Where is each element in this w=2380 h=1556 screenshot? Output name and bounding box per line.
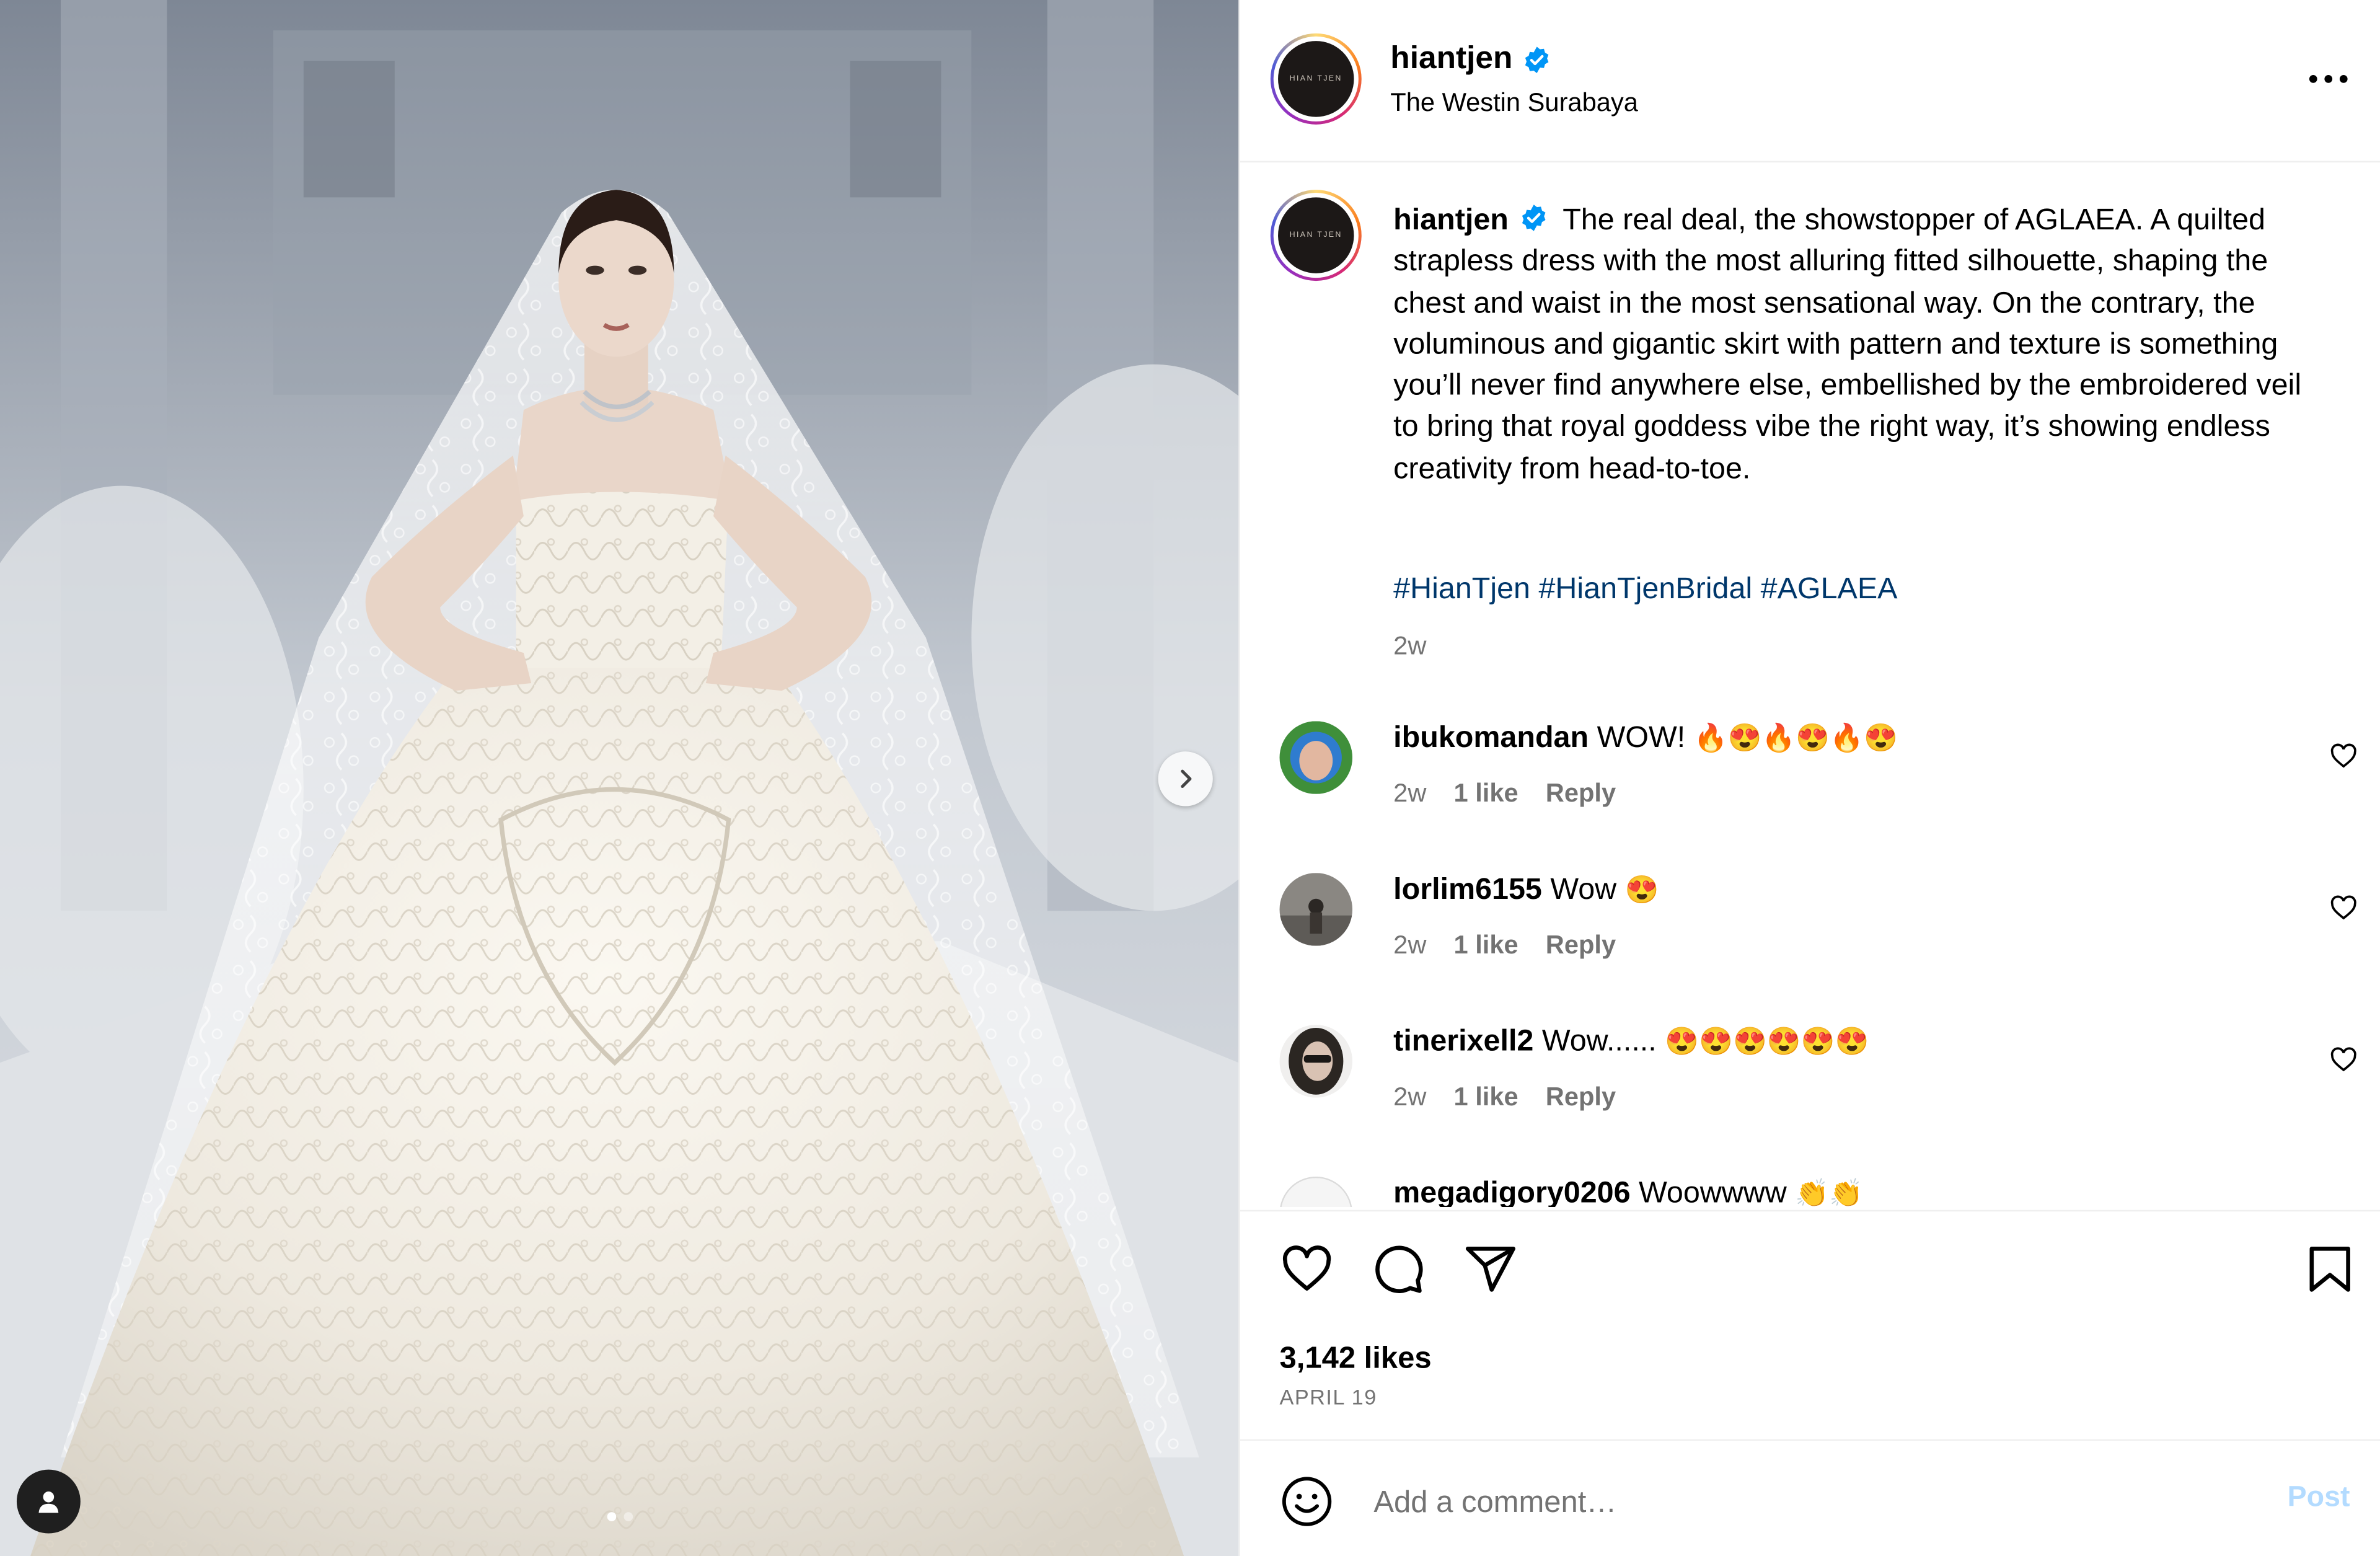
comment-emoji: 👏👏 — [1795, 1178, 1863, 1207]
heart-icon[interactable] — [2330, 1046, 2357, 1073]
post-location[interactable]: The Westin Surabaya — [1390, 88, 1638, 118]
carousel-indicator — [0, 1512, 1238, 1521]
likes-count[interactable]: 3,142 likes — [1280, 1342, 1432, 1377]
comment-likes[interactable]: 1 like — [1453, 931, 1518, 961]
comment-likes[interactable]: 1 like — [1453, 779, 1518, 809]
comment-username[interactable]: lorlim6155 — [1393, 873, 1542, 906]
commenter-avatar[interactable] — [1279, 1176, 1353, 1207]
comment-item: ibukomandan WOW! 🔥😍🔥😍🔥😍 2w 1 like Reply — [1240, 721, 2380, 842]
comment-emoji: 🔥😍🔥😍🔥😍 — [1693, 722, 1898, 753]
verified-icon — [1522, 205, 1546, 232]
comment-item: lorlim6155 Wow 😍 2w 1 like Reply — [1240, 873, 2380, 994]
bookmark-icon — [2309, 1246, 2350, 1292]
caption-text: The real deal, the showstopper of AGLAEA… — [1393, 203, 2302, 486]
hashtag-link[interactable]: #AGLAEA — [1761, 572, 1898, 606]
next-image-button[interactable] — [1158, 751, 1213, 807]
author-username[interactable]: hiantjen — [1390, 41, 1512, 77]
comment-item: megadigory0206 Woowwww 👏👏 — [1240, 1176, 2380, 1207]
carousel-dot — [623, 1512, 633, 1521]
heart-icon[interactable] — [2330, 743, 2357, 770]
chevron-right-icon — [1181, 769, 1192, 789]
comment-username[interactable]: tinerixell2 — [1393, 1025, 1533, 1058]
verified-icon — [1524, 46, 1548, 73]
caption-hashtags: #HianTjen #HianTjenBridal #AGLAEA — [1393, 572, 1897, 607]
caption-author-avatar[interactable]: HIAN TJEN — [1270, 190, 1362, 281]
emoji-icon[interactable] — [1280, 1474, 1334, 1529]
hashtag-link[interactable]: #HianTjen — [1393, 572, 1530, 606]
post-actions: 3,142 likes APRIL 19 — [1240, 1209, 2380, 1439]
commenter-avatar[interactable] — [1279, 721, 1353, 794]
post-side-panel: HIAN TJEN hiantjen The Westin Surabaya H… — [1238, 0, 2380, 1556]
post-header: HIAN TJEN hiantjen The Westin Surabaya — [1240, 0, 2380, 163]
comment-time: 2w — [1393, 931, 1427, 960]
more-options-button[interactable] — [2303, 61, 2354, 97]
commenter-avatar[interactable] — [1279, 1025, 1353, 1098]
comment-button[interactable] — [1370, 1242, 1425, 1296]
bridal-gown-photo — [0, 0, 1239, 1556]
comment-emoji: 😍😍😍😍😍😍 — [1665, 1026, 1869, 1057]
commenter-avatar[interactable] — [1279, 873, 1353, 946]
caption-time: 2w — [1393, 631, 1427, 661]
comment-time: 2w — [1393, 779, 1427, 808]
comment-text: WOW! — [1597, 721, 1686, 755]
comment-likes[interactable]: 1 like — [1453, 1082, 1518, 1113]
comment-text: Wow — [1550, 873, 1617, 907]
comment-username[interactable]: megadigory0206 — [1393, 1177, 1630, 1207]
like-button[interactable] — [1280, 1242, 1334, 1296]
hashtag-link[interactable]: #HianTjenBridal — [1538, 572, 1752, 606]
reply-button[interactable]: Reply — [1546, 1082, 1616, 1113]
add-comment-bar: Post — [1240, 1439, 2380, 1556]
carousel-dot — [606, 1512, 616, 1521]
comment-emoji: 😍 — [1624, 874, 1659, 905]
more-icon — [2309, 74, 2348, 83]
post-caption: hiantjen The real deal, the showstopper … — [1393, 200, 2322, 490]
comment-text: Woowwww — [1639, 1176, 1787, 1207]
tagged-users-button[interactable] — [16, 1469, 81, 1534]
heart-icon[interactable] — [2330, 894, 2357, 921]
user-tag-icon — [38, 1491, 59, 1513]
post-comment-button[interactable]: Post — [2288, 1482, 2350, 1515]
reply-button[interactable]: Reply — [1546, 931, 1616, 961]
post-modal: HIAN TJEN hiantjen The Westin Surabaya H… — [0, 0, 2380, 1556]
comment-icon — [1375, 1245, 1423, 1293]
author-avatar[interactable]: HIAN TJEN — [1270, 33, 1362, 125]
brand-logo: HIAN TJEN — [1278, 197, 1354, 273]
share-icon — [1465, 1246, 1515, 1292]
share-button[interactable] — [1463, 1242, 1518, 1296]
caption-username[interactable]: hiantjen — [1393, 203, 1509, 237]
heart-icon — [1282, 1245, 1331, 1291]
comment-time: 2w — [1393, 1082, 1427, 1112]
comments-section[interactable]: HIAN TJEN hiantjen The real deal, the sh… — [1240, 162, 2380, 1207]
brand-logo: HIAN TJEN — [1278, 41, 1354, 117]
comment-item: tinerixell2 Wow...... 😍😍😍😍😍😍 2w 1 like R… — [1240, 1025, 2380, 1146]
post-media[interactable] — [0, 0, 1239, 1556]
save-button[interactable] — [2303, 1242, 2357, 1296]
post-date: APRIL 19 — [1279, 1384, 1377, 1409]
comment-username[interactable]: ibukomandan — [1393, 721, 1589, 754]
comment-input[interactable] — [1370, 1477, 2227, 1529]
comment-text: Wow...... — [1541, 1025, 1657, 1058]
reply-button[interactable]: Reply — [1546, 779, 1616, 809]
